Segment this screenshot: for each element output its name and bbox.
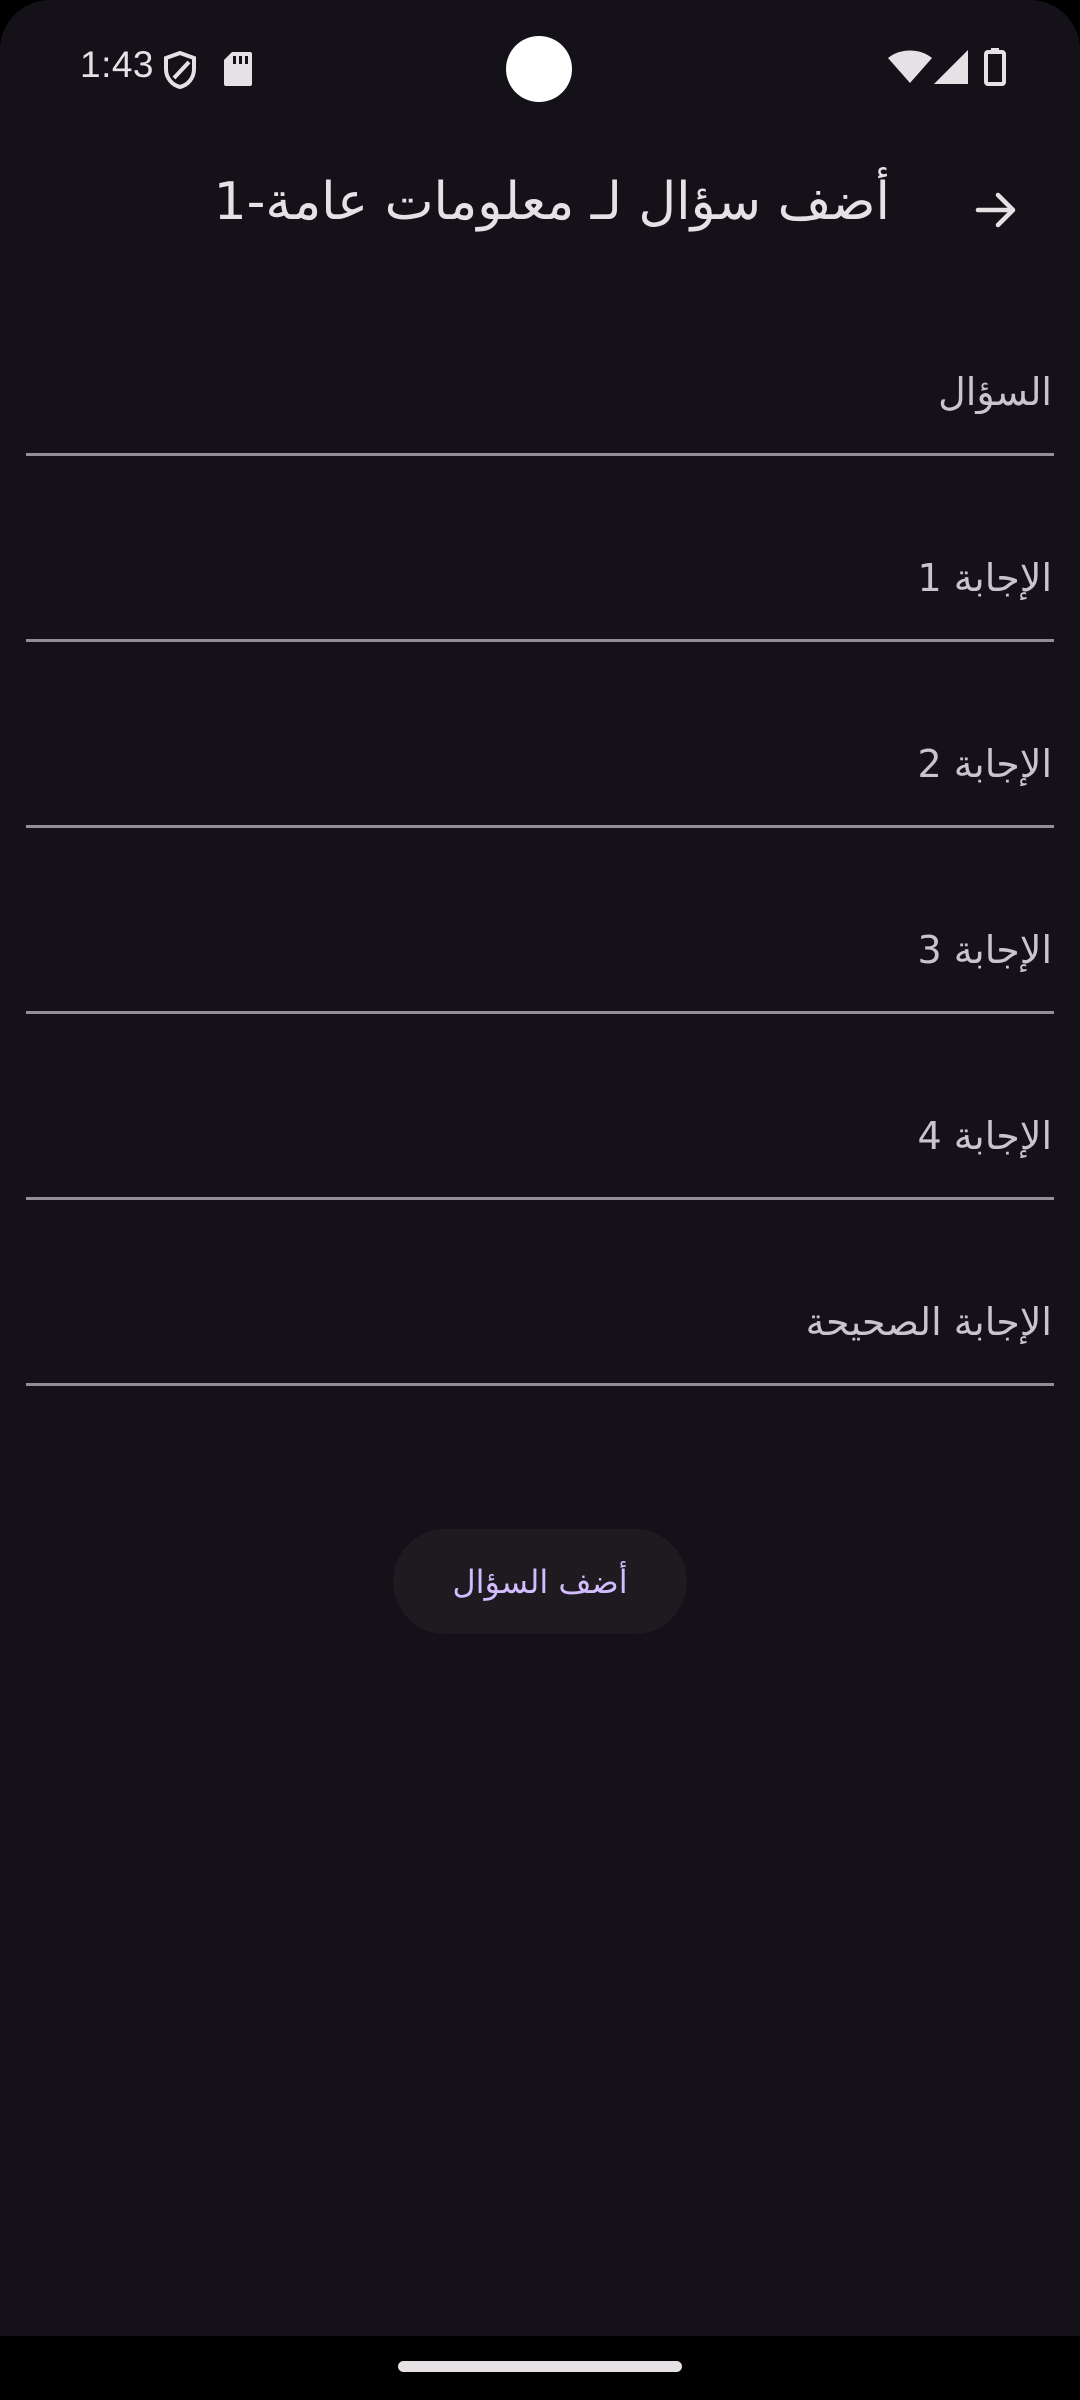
answer3-input[interactable] (26, 828, 1054, 1014)
app-screen: 1:43 أضف سؤال لـ معلومات عامة-1 السؤال ا… (0, 0, 1080, 2336)
answer4-field (26, 1014, 1054, 1200)
question-input[interactable] (26, 270, 1054, 456)
page-title: أضف سؤال لـ معلومات عامة-1 (213, 172, 890, 232)
app-bar: أضف سؤال لـ معلومات عامة-1 (0, 150, 1080, 270)
correct-answer-field (26, 1200, 1054, 1386)
status-bar: 1:43 (0, 0, 1080, 136)
answer2-field (26, 642, 1054, 828)
shield-icon (163, 50, 197, 94)
status-time: 1:43 (80, 44, 155, 85)
answer1-field (26, 456, 1054, 642)
arrow-forward-icon (975, 192, 1016, 228)
back-button[interactable] (964, 178, 1028, 242)
wifi-icon (888, 50, 932, 88)
sd-card-icon (224, 52, 252, 90)
answer2-input[interactable] (26, 642, 1054, 828)
question-field (26, 270, 1054, 456)
add-question-button[interactable]: أضف السؤال (393, 1529, 687, 1634)
correct-answer-input[interactable] (26, 1200, 1054, 1386)
camera-cutout (506, 36, 572, 102)
answer1-input[interactable] (26, 456, 1054, 642)
battery-icon (984, 48, 1006, 90)
answer4-input[interactable] (26, 1014, 1054, 1200)
gesture-nav-handle[interactable] (398, 2361, 682, 2372)
answer3-field (26, 828, 1054, 1014)
cellular-signal-icon (934, 50, 968, 88)
